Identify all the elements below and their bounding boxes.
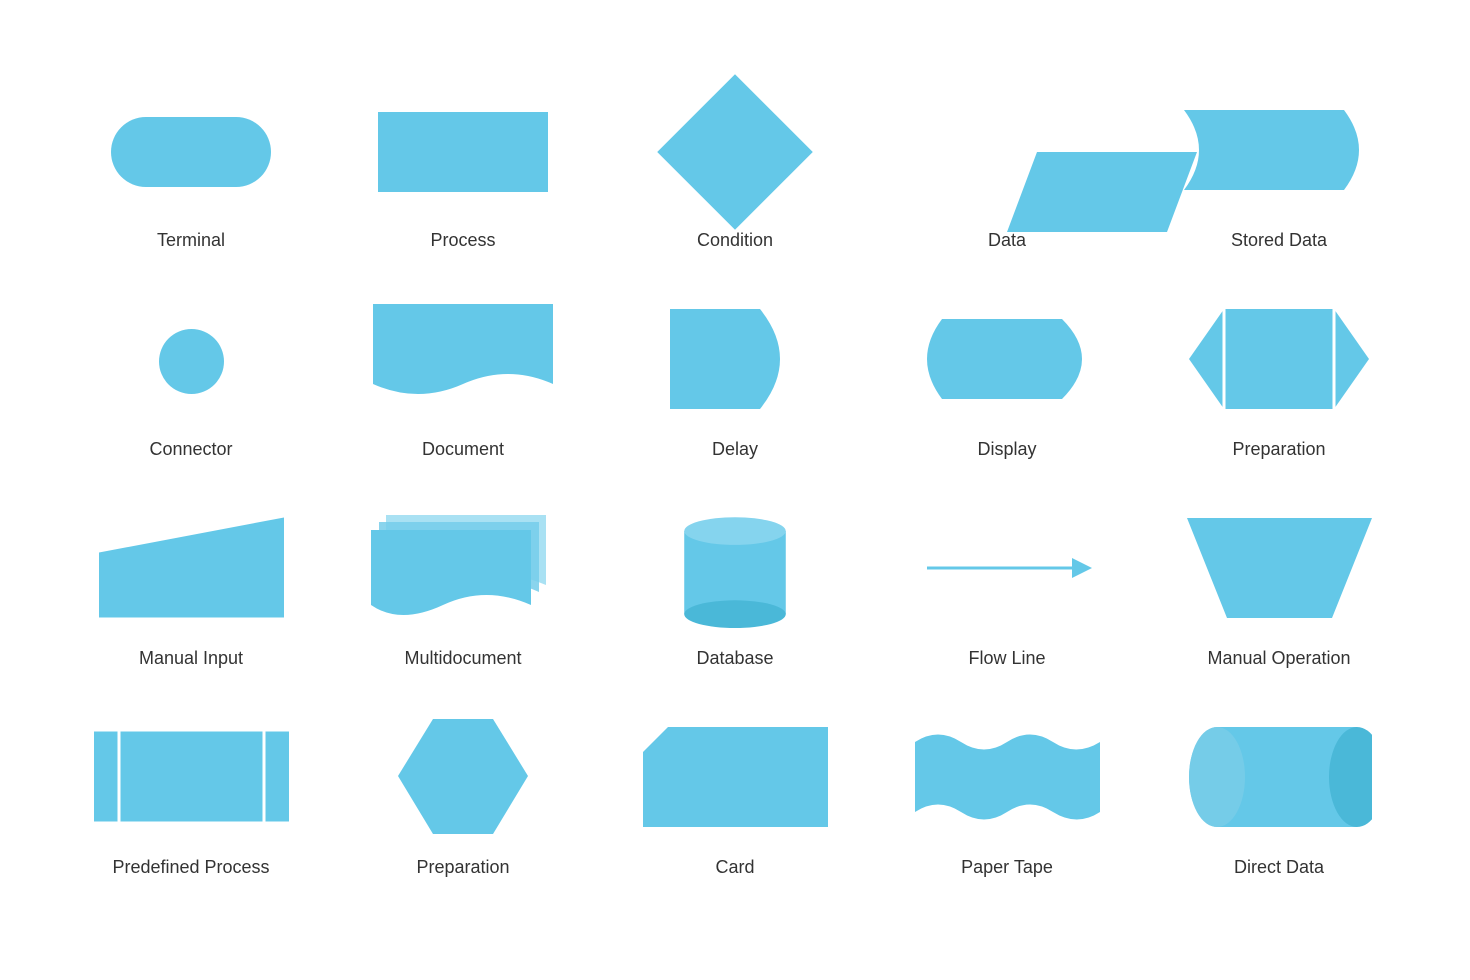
database-label: Database [696, 648, 773, 669]
paper-tape-shape-area [907, 719, 1107, 839]
data-cell: Data [871, 72, 1143, 281]
direct-data-shape-area [1179, 719, 1379, 839]
direct-data-shape [1187, 722, 1372, 837]
connector-cell: Connector [55, 281, 327, 490]
card-shape-area [635, 719, 835, 839]
card-cell: Card [599, 699, 871, 908]
document-shape [373, 304, 553, 419]
terminal-shape [111, 117, 271, 187]
preparation-cell: Preparation [1143, 281, 1415, 490]
display-cell: Display [871, 281, 1143, 490]
delay-shape-area [635, 301, 835, 421]
terminal-shape-area [91, 92, 291, 212]
delay-shape [670, 309, 800, 414]
stored-data-shape-area [1179, 92, 1379, 212]
flowchart-symbols-grid: Terminal Process Condition Data [35, 52, 1435, 928]
condition-cell: Condition [599, 72, 871, 281]
display-shape [912, 319, 1102, 404]
preparation2-shape [398, 719, 528, 839]
flow-line-shape-area [907, 510, 1107, 630]
display-label: Display [977, 439, 1036, 460]
card-label: Card [715, 857, 754, 878]
manual-operation-shape-area [1179, 510, 1379, 630]
card-shape [643, 727, 828, 832]
predefined-process-label: Predefined Process [112, 857, 269, 878]
manual-input-shape-area [91, 510, 291, 630]
multidocument-label: Multidocument [404, 648, 521, 669]
multidocument-cell: Multidocument [327, 490, 599, 699]
direct-data-label: Direct Data [1234, 857, 1324, 878]
preparation2-shape-area [363, 719, 563, 839]
manual-operation-shape [1187, 513, 1372, 628]
connector-label: Connector [149, 439, 232, 460]
process-cell: Process [327, 72, 599, 281]
document-label: Document [422, 439, 504, 460]
database-cell: Database [599, 490, 871, 699]
manual-operation-label: Manual Operation [1207, 648, 1350, 669]
display-shape-area [907, 301, 1107, 421]
preparation-label: Preparation [1232, 439, 1325, 460]
predefined-process-shape-area [91, 719, 291, 839]
process-shape-area [363, 92, 563, 212]
terminal-label: Terminal [157, 230, 225, 251]
delay-label: Delay [712, 439, 758, 460]
condition-shape [657, 74, 813, 230]
condition-label: Condition [697, 230, 773, 251]
data-shape-area [907, 92, 1107, 212]
predefined-process-shape [94, 729, 289, 829]
condition-shape-area [635, 92, 835, 212]
multidocument-shape [371, 510, 556, 630]
connector-shape-area [91, 301, 291, 421]
data-label: Data [988, 230, 1026, 251]
delay-cell: Delay [599, 281, 871, 490]
predefined-process-cell: Predefined Process [55, 699, 327, 908]
paper-tape-shape [915, 727, 1100, 832]
preparation2-label: Preparation [416, 857, 509, 878]
preparation-shape [1189, 304, 1369, 419]
paper-tape-label: Paper Tape [961, 857, 1053, 878]
manual-operation-cell: Manual Operation [1143, 490, 1415, 699]
terminal-cell: Terminal [55, 72, 327, 281]
document-shape-area [363, 301, 563, 421]
process-shape [378, 112, 548, 192]
manual-input-cell: Manual Input [55, 490, 327, 699]
database-shape [675, 508, 795, 633]
manual-input-shape [99, 515, 284, 625]
connector-shape [159, 329, 224, 394]
preparation-shape-area [1179, 301, 1379, 421]
flow-line-label: Flow Line [968, 648, 1045, 669]
process-label: Process [430, 230, 495, 251]
flow-line-cell: Flow Line [871, 490, 1143, 699]
paper-tape-cell: Paper Tape [871, 699, 1143, 908]
multidocument-shape-area [363, 510, 563, 630]
stored-data-shape [1184, 110, 1374, 195]
database-shape-area [635, 510, 835, 630]
manual-input-label: Manual Input [139, 648, 243, 669]
flow-line-shape [917, 538, 1097, 603]
direct-data-cell: Direct Data [1143, 699, 1415, 908]
preparation2-cell: Preparation [327, 699, 599, 908]
stored-data-label: Stored Data [1231, 230, 1327, 251]
document-cell: Document [327, 281, 599, 490]
